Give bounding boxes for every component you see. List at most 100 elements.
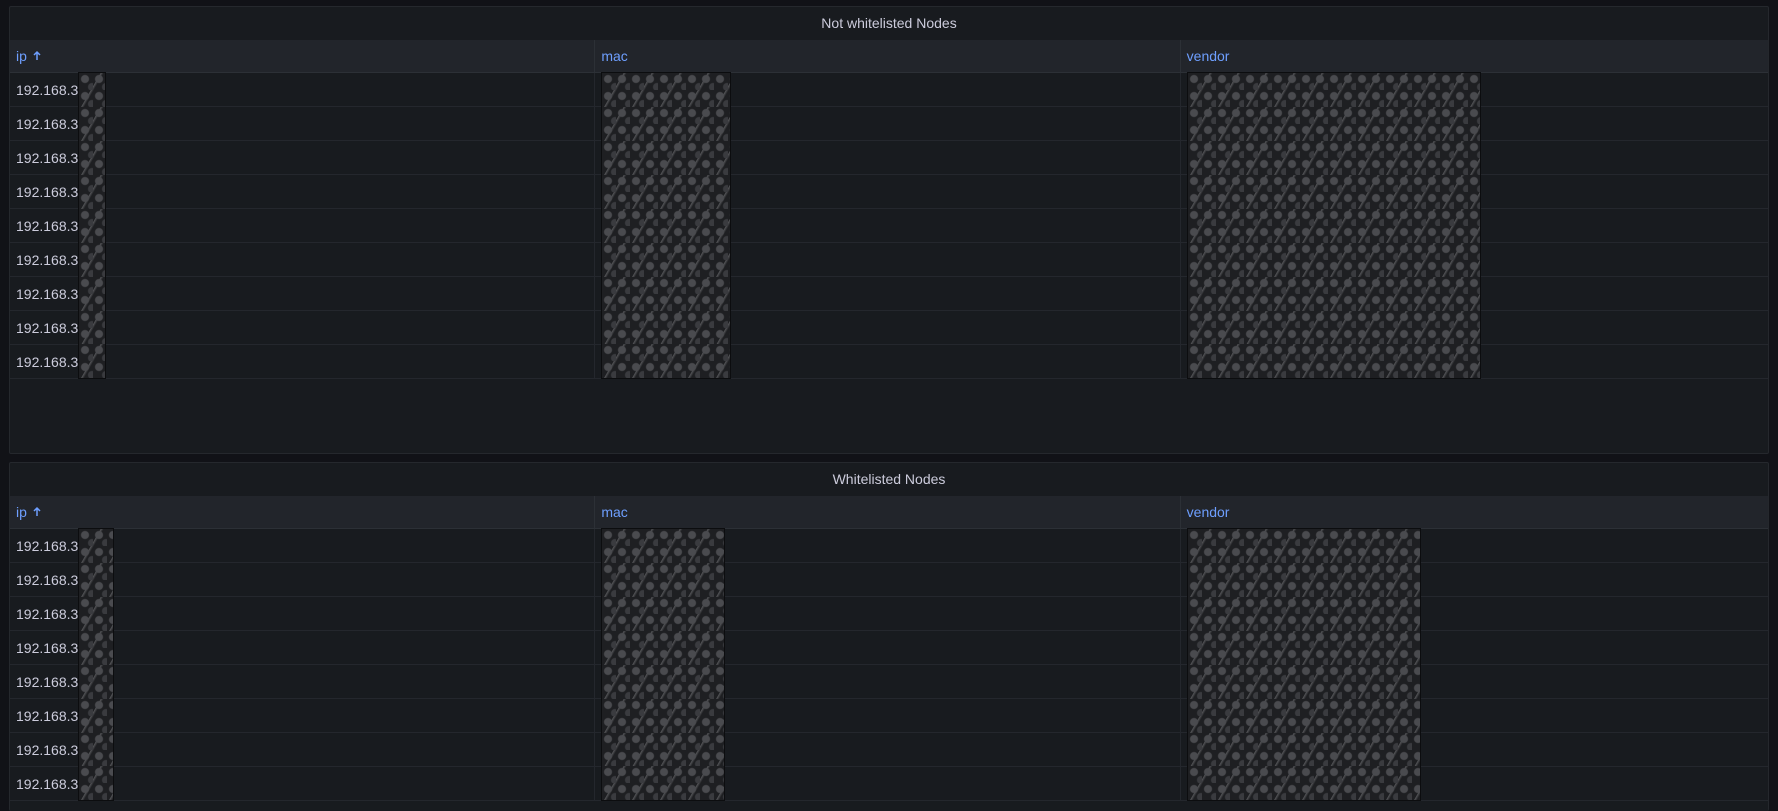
cell-ip: 192.168.3 bbox=[10, 106, 596, 141]
cell-mac bbox=[595, 276, 1181, 311]
column-header-vendor[interactable]: vendor bbox=[1181, 40, 1768, 72]
cell-mac bbox=[595, 562, 1181, 597]
cell-ip: 192.168.3 bbox=[10, 630, 596, 665]
redacted-block bbox=[1186, 276, 1481, 311]
cell-ip: 192.168.3 bbox=[10, 664, 596, 699]
redacted-block bbox=[1186, 528, 1421, 563]
redacted-block bbox=[78, 562, 115, 597]
cell-ip: 192.168.3 bbox=[10, 562, 596, 597]
cell-mac bbox=[595, 766, 1181, 801]
redacted-block bbox=[1186, 72, 1481, 107]
redacted-block bbox=[78, 664, 115, 699]
table-row: 192.168.3 bbox=[10, 140, 1768, 175]
redacted-block bbox=[601, 242, 732, 277]
cell-vendor bbox=[1181, 766, 1768, 801]
redacted-block bbox=[1186, 732, 1421, 767]
redacted-block bbox=[1186, 766, 1421, 801]
table-row: 192.168.3 bbox=[10, 664, 1768, 699]
column-header-ip[interactable]: ip bbox=[10, 40, 596, 72]
redacted-block bbox=[601, 528, 726, 563]
redacted-block bbox=[78, 528, 115, 563]
redacted-block bbox=[78, 698, 115, 733]
ip-text: 192.168.3 bbox=[16, 673, 79, 690]
cell-vendor bbox=[1181, 562, 1768, 597]
cell-mac bbox=[595, 242, 1181, 277]
redacted-block bbox=[78, 310, 107, 345]
column-label: vendor bbox=[1186, 48, 1230, 64]
redacted-block bbox=[601, 630, 726, 665]
cell-ip: 192.168.3 bbox=[10, 140, 596, 175]
dashboard: Not whitelisted Nodes ip mac vendor 192.… bbox=[0, 0, 1778, 811]
ip-text: 192.168.3 bbox=[16, 741, 79, 758]
ip-text: 192.168.3 bbox=[16, 775, 79, 792]
redacted-block bbox=[78, 208, 107, 243]
redacted-block bbox=[1186, 208, 1481, 243]
panel-title[interactable]: Not whitelisted Nodes bbox=[10, 7, 1768, 40]
cell-mac bbox=[595, 664, 1181, 699]
column-header-vendor[interactable]: vendor bbox=[1181, 496, 1768, 528]
column-label: ip bbox=[16, 48, 27, 64]
ip-text: 192.168.3 bbox=[16, 319, 79, 336]
table-row: 192.168.3 bbox=[10, 208, 1768, 243]
cell-mac bbox=[595, 732, 1181, 767]
cell-mac bbox=[595, 106, 1181, 141]
panel-title[interactable]: Whitelisted Nodes bbox=[10, 463, 1768, 496]
arrow-up-icon bbox=[32, 50, 42, 62]
redacted-block bbox=[78, 344, 107, 379]
table-row: 192.168.3 bbox=[10, 596, 1768, 631]
cell-mac bbox=[595, 528, 1181, 563]
cell-mac bbox=[595, 140, 1181, 175]
cell-ip: 192.168.3 bbox=[10, 310, 596, 345]
cell-ip: 192.168.3 bbox=[10, 344, 596, 379]
table-row: 192.168.3 bbox=[10, 242, 1768, 277]
redacted-block bbox=[601, 310, 732, 345]
ip-text: 192.168.3 bbox=[16, 571, 79, 588]
redacted-block bbox=[1186, 630, 1421, 665]
redacted-block bbox=[78, 766, 115, 801]
cell-ip: 192.168.3 bbox=[10, 174, 596, 209]
redacted-block bbox=[1186, 242, 1481, 277]
column-header-mac[interactable]: mac bbox=[595, 496, 1181, 528]
table-row: 192.168.3 bbox=[10, 344, 1768, 379]
cell-vendor bbox=[1181, 140, 1768, 175]
column-header-ip[interactable]: ip bbox=[10, 496, 596, 528]
redacted-block bbox=[601, 596, 726, 631]
column-label: ip bbox=[16, 504, 27, 520]
ip-text: 192.168.3 bbox=[16, 639, 79, 656]
cell-vendor bbox=[1181, 208, 1768, 243]
redacted-block bbox=[601, 562, 726, 597]
table-row: 192.168.3 bbox=[10, 562, 1768, 597]
cell-mac bbox=[595, 174, 1181, 209]
redacted-block bbox=[601, 174, 732, 209]
cell-mac bbox=[595, 630, 1181, 665]
table-header: ip mac vendor bbox=[10, 40, 1768, 73]
table-row: 192.168.3 bbox=[10, 106, 1768, 141]
ip-text: 192.168.3 bbox=[16, 149, 79, 166]
panel-whitelisted-nodes: Whitelisted Nodes ip mac vendor 192.168.… bbox=[9, 462, 1769, 811]
redacted-block bbox=[1186, 562, 1421, 597]
column-label: vendor bbox=[1186, 504, 1230, 520]
redacted-block bbox=[1186, 344, 1481, 379]
redacted-block bbox=[601, 140, 732, 175]
table-row: 192.168.3 bbox=[10, 174, 1768, 209]
cell-mac bbox=[595, 310, 1181, 345]
table-header: ip mac vendor bbox=[10, 496, 1768, 529]
cell-mac bbox=[595, 596, 1181, 631]
column-header-mac[interactable]: mac bbox=[595, 40, 1181, 72]
cell-vendor bbox=[1181, 528, 1768, 563]
ip-text: 192.168.3 bbox=[16, 353, 79, 370]
cell-ip: 192.168.3 bbox=[10, 596, 596, 631]
ip-text: 192.168.3 bbox=[16, 537, 79, 554]
table-row: 192.168.3 bbox=[10, 72, 1768, 107]
cell-mac bbox=[595, 698, 1181, 733]
ip-text: 192.168.3 bbox=[16, 183, 79, 200]
cell-ip: 192.168.3 bbox=[10, 732, 596, 767]
redacted-block bbox=[601, 732, 726, 767]
redacted-block bbox=[78, 174, 107, 209]
redacted-block bbox=[601, 276, 732, 311]
redacted-block bbox=[601, 208, 732, 243]
redacted-block bbox=[601, 698, 726, 733]
cell-vendor bbox=[1181, 596, 1768, 631]
cell-ip: 192.168.3 bbox=[10, 242, 596, 277]
cell-vendor bbox=[1181, 72, 1768, 107]
